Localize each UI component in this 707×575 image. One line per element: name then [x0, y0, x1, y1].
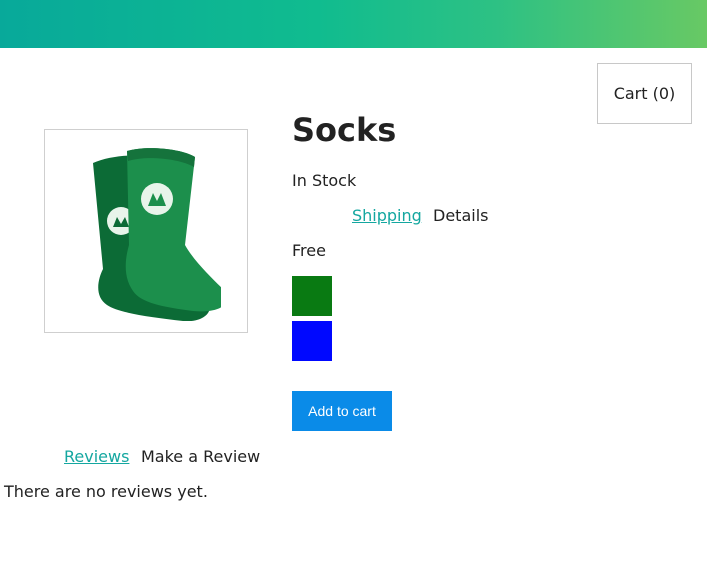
- product-title: Socks: [292, 111, 397, 149]
- add-to-cart-button[interactable]: Add to cart: [292, 391, 392, 431]
- shipping-value: Free: [292, 241, 326, 260]
- color-swatch-blue[interactable]: [292, 321, 332, 361]
- color-swatch-green[interactable]: [292, 276, 332, 316]
- no-reviews-message: There are no reviews yet.: [4, 482, 208, 501]
- tab-details[interactable]: Details: [433, 206, 488, 226]
- tab-reviews[interactable]: Reviews: [64, 447, 129, 467]
- header-banner: [0, 0, 707, 48]
- tab-make-review[interactable]: Make a Review: [141, 447, 260, 467]
- product-image: [44, 129, 248, 333]
- add-to-cart-label: Add to cart: [308, 403, 376, 419]
- cart-button[interactable]: Cart (0): [597, 63, 692, 124]
- tab-shipping[interactable]: Shipping: [352, 206, 422, 226]
- cart-label: Cart (0): [613, 84, 676, 103]
- socks-image: [93, 148, 221, 321]
- stock-status: In Stock: [292, 171, 357, 190]
